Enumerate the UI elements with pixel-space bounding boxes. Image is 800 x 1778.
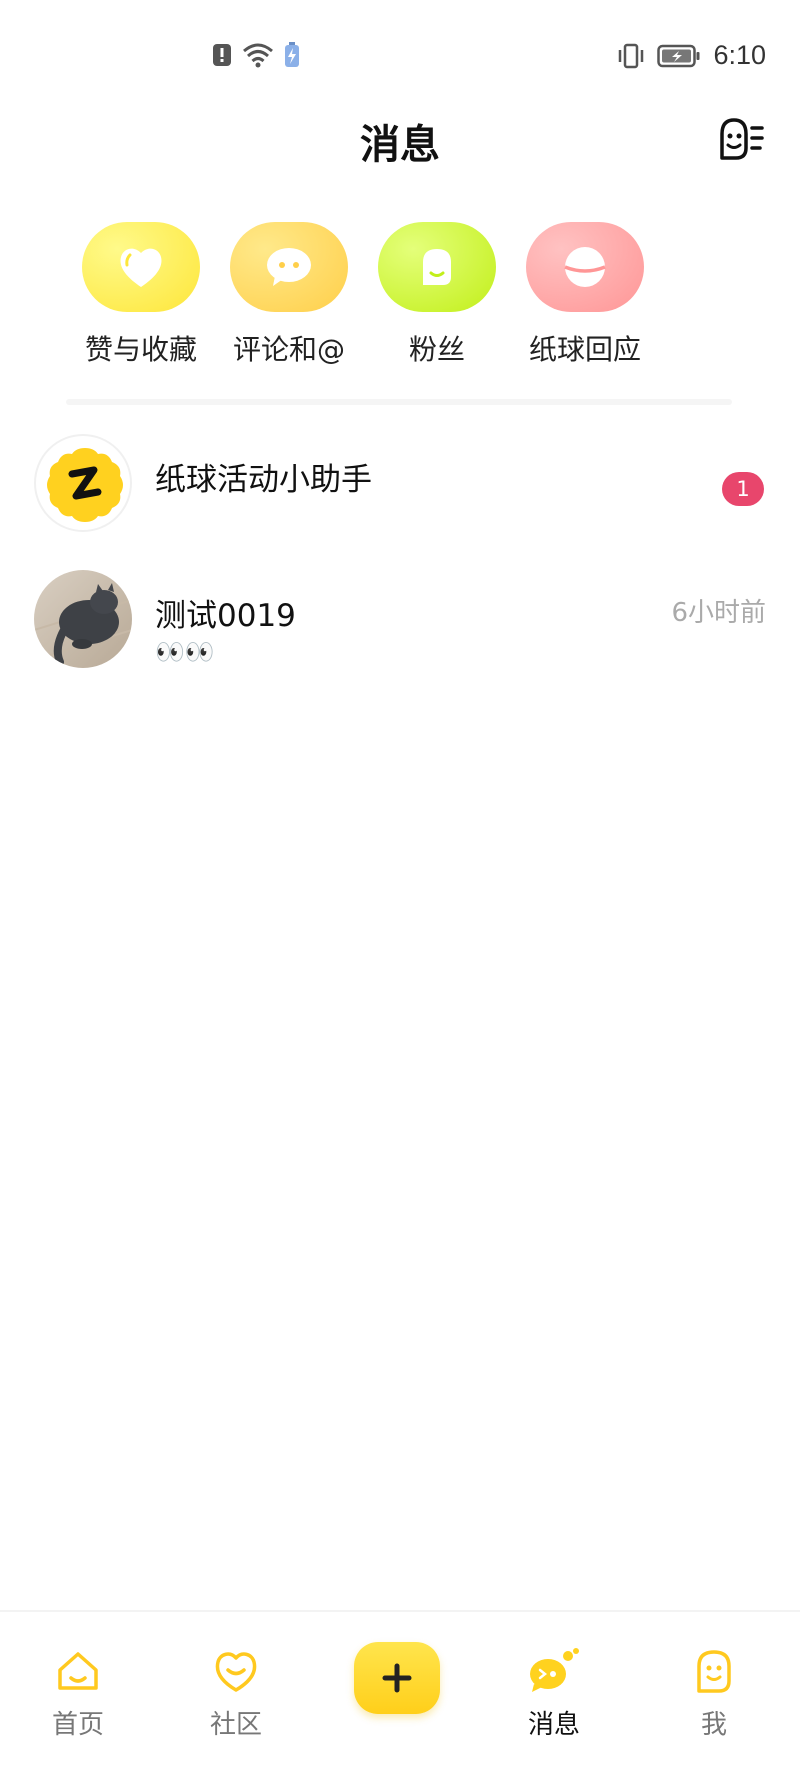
heart-icon (82, 222, 200, 312)
page-title: 消息 (360, 122, 440, 168)
section-divider (66, 399, 732, 405)
status-left-icons (212, 42, 300, 68)
message-time: 6小时前 (671, 598, 766, 628)
avatar-paperball-assistant (34, 434, 132, 532)
nav-label: 消息 (527, 1710, 580, 1740)
category-likes-favorites[interactable]: 赞与收藏 (66, 222, 216, 368)
category-label: 评论和@ (232, 333, 345, 366)
avatar-user-cat-photo (34, 570, 132, 668)
nav-profile[interactable]: 我 (654, 1648, 774, 1741)
comment-icon (230, 222, 348, 312)
battery-icon (657, 44, 700, 67)
plus-icon (382, 1663, 412, 1693)
category-label: 纸球回应 (528, 333, 641, 366)
nav-messages[interactable]: 消息 (494, 1648, 614, 1741)
status-right-icons: 6:10 (617, 40, 766, 71)
last-message-preview: 👀👀 (155, 638, 215, 666)
nav-community[interactable]: 社区 (176, 1648, 296, 1741)
contacts-icon[interactable] (712, 116, 766, 164)
fan-icon (378, 222, 496, 312)
bottom-navigation: 首页 社区 消息 我 (0, 1610, 800, 1778)
nav-home[interactable]: 首页 (18, 1648, 138, 1741)
category-label: 粉丝 (408, 333, 465, 366)
nav-label: 我 (700, 1710, 727, 1740)
message-icon (530, 1648, 579, 1692)
category-comments-mentions[interactable]: 评论和@ (214, 222, 364, 368)
quick-categories: 赞与收藏 评论和@ 粉丝 纸球回应 (0, 222, 800, 372)
wifi-icon (243, 43, 273, 68)
status-time: 6:10 (713, 40, 766, 70)
category-label: 赞与收藏 (84, 333, 197, 366)
paperball-icon (526, 222, 644, 312)
profile-icon (697, 1650, 731, 1693)
conversation-name: 测试0019 (155, 598, 296, 634)
community-icon (215, 1652, 257, 1692)
vibrate-icon (619, 43, 644, 68)
category-paperball-responses[interactable]: 纸球回应 (510, 222, 660, 368)
nav-label: 首页 (51, 1710, 104, 1740)
status-bar: 6:10 (0, 0, 800, 110)
home-icon (58, 1652, 98, 1690)
battery-saver-icon (285, 42, 299, 67)
conversation-item[interactable]: 纸球活动小助手 1 (0, 434, 800, 546)
conversation-name: 纸球活动小助手 (155, 462, 372, 498)
unread-badge: 1 (722, 472, 764, 506)
nav-label: 社区 (209, 1710, 262, 1740)
alert-icon (213, 44, 231, 66)
conversation-item[interactable]: 测试0019 👀👀 6小时前 (0, 570, 800, 682)
create-post-button[interactable] (354, 1642, 440, 1714)
category-fans[interactable]: 粉丝 (362, 222, 512, 368)
